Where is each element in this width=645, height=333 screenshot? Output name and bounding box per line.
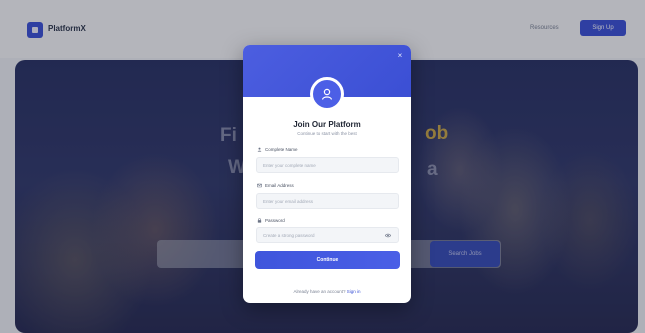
eye-icon[interactable]	[385, 233, 391, 238]
lock-icon	[257, 218, 262, 223]
user-icon	[257, 147, 262, 152]
continue-button[interactable]: Continue	[255, 251, 400, 269]
mail-icon	[257, 183, 262, 188]
password-field-label: Password	[257, 218, 285, 223]
name-placeholder: Enter your complete name	[263, 162, 316, 168]
email-label-text: Email Address	[265, 183, 294, 188]
modal-title: Join Our Platform	[293, 120, 361, 129]
password-field[interactable]: Create a strong password	[256, 227, 399, 243]
signin-link[interactable]: Sign in	[347, 289, 361, 294]
name-label-text: Complete Name	[265, 147, 298, 152]
modal-subtitle: Continue to start with the best	[297, 131, 357, 136]
name-field[interactable]: Enter your complete name	[256, 157, 399, 173]
email-placeholder: Enter your email address	[263, 198, 314, 204]
user-icon	[310, 77, 344, 111]
close-icon[interactable]: ×	[396, 52, 404, 60]
signin-prompt: Already have an account? Sign in	[243, 289, 411, 294]
signin-prompt-text: Already have an account?	[293, 289, 347, 294]
password-label-text: Password	[265, 218, 285, 223]
name-field-label: Complete Name	[257, 147, 298, 152]
email-field[interactable]: Enter your email address	[256, 193, 399, 209]
signup-modal: × Join Our Platform Continue to start wi…	[243, 45, 411, 303]
email-field-label: Email Address	[257, 183, 294, 188]
password-placeholder: Create a strong password	[263, 232, 315, 238]
